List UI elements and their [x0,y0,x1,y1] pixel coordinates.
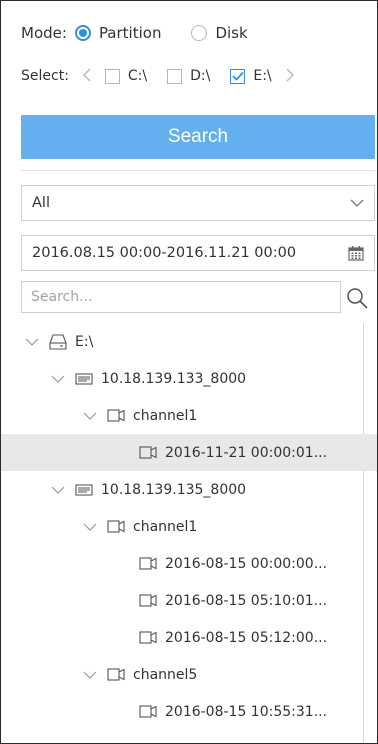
search-panel: Mode: Partition Disk Select: C:\ D:\ E:\ [0,0,378,744]
tree-node-record[interactable]: 2016-08-15 10:55:31... [21,693,377,730]
tree-node-label: 2016-08-15 05:12:00... [165,629,328,646]
drive-c-label: C:\ [127,68,148,84]
camera-icon [107,520,125,533]
tree-node-label: 2016-08-15 05:10:01... [165,592,328,609]
tree-node-record[interactable]: 2016-11-21 00:00:01... [1,434,377,471]
date-range-field[interactable]: 2016.08.15 00:00-2016.11.21 00:00 [21,235,375,271]
select-row: Select: C:\ D:\ E:\ [21,60,373,92]
tree-node-label: 2016-08-15 00:00:00... [165,555,328,572]
tree-node-label: 2016-08-15 10:55:31... [165,703,328,720]
video-clip-icon [139,446,157,459]
chevron-down-icon[interactable] [83,520,97,534]
chevron-right-icon[interactable] [286,66,294,87]
mode-partition-label: Partition [98,24,162,42]
mode-disk-radio[interactable]: Disk [191,24,248,42]
camera-icon [107,409,125,422]
drive-e-label: E:\ [253,68,272,84]
chevron-down-icon[interactable] [51,483,65,497]
device-icon [75,372,93,385]
tree-node-channel[interactable]: channel5 [21,656,377,693]
checkbox-unchecked-icon [104,68,120,84]
chevron-down-icon [350,199,364,207]
checkbox-unchecked-icon [167,68,183,84]
tree-node-record[interactable]: 2016-08-15 05:12:00... [21,619,377,656]
date-range-value: 2016.08.15 00:00-2016.11.21 00:00 [32,245,297,261]
tree-node-channel[interactable]: channel1 [21,397,377,434]
tree-node-label: 10.18.139.135_8000 [101,481,247,498]
chevron-down-icon[interactable] [25,335,39,349]
video-clip-icon [139,557,157,570]
select-label: Select: [21,68,69,84]
video-clip-icon [139,705,157,718]
camera-icon [107,668,125,681]
mode-row: Mode: Partition Disk [21,17,373,49]
mode-partition-radio[interactable]: Partition [74,24,162,42]
search-button[interactable]: Search [21,115,375,159]
tree-node-device[interactable]: 10.18.139.135_8000 [21,471,377,508]
divider [21,170,375,171]
chevron-left-icon[interactable] [82,66,91,87]
tree-node-label: channel1 [133,518,198,535]
filter-value: All [32,195,50,211]
mode-disk-label: Disk [215,24,248,42]
drive-e-checkbox[interactable]: E:\ [230,68,272,84]
video-clip-icon [139,631,157,644]
tree-node-label: 2016-11-21 00:00:01... [165,444,328,461]
tree-node-label: channel1 [133,407,198,424]
tree-node-record[interactable]: 2016-08-15 00:00:00... [21,545,377,582]
filter-dropdown[interactable]: All [21,185,375,221]
drive-d-checkbox[interactable]: D:\ [167,68,210,84]
tree-node-device[interactable]: 10.18.139.133_8000 [21,360,377,397]
search-icon[interactable] [345,286,369,310]
chevron-down-icon[interactable] [51,372,65,386]
radio-unchecked-icon [191,25,208,41]
tree-node-label: E:\ [75,333,94,350]
device-icon [75,483,93,496]
calendar-icon[interactable] [348,245,364,261]
tree-node-drive[interactable]: E:\ [21,323,367,360]
mode-label: Mode: [21,24,67,42]
drive-c-checkbox[interactable]: C:\ [104,68,148,84]
hard-drive-icon [49,333,67,350]
chevron-down-icon[interactable] [83,668,97,682]
tree-node-label: 10.18.139.133_8000 [101,370,247,387]
checkbox-checked-icon [230,68,246,84]
tree-node-record[interactable]: 2016-08-15 05:10:01... [21,582,377,619]
search-input[interactable] [21,281,341,313]
tree-node-channel[interactable]: channel1 [21,508,377,545]
tree-node-label: channel5 [133,666,198,683]
radio-checked-icon [74,25,91,41]
chevron-down-icon[interactable] [83,409,97,423]
drive-d-label: D:\ [190,68,211,84]
video-clip-icon [139,594,157,607]
